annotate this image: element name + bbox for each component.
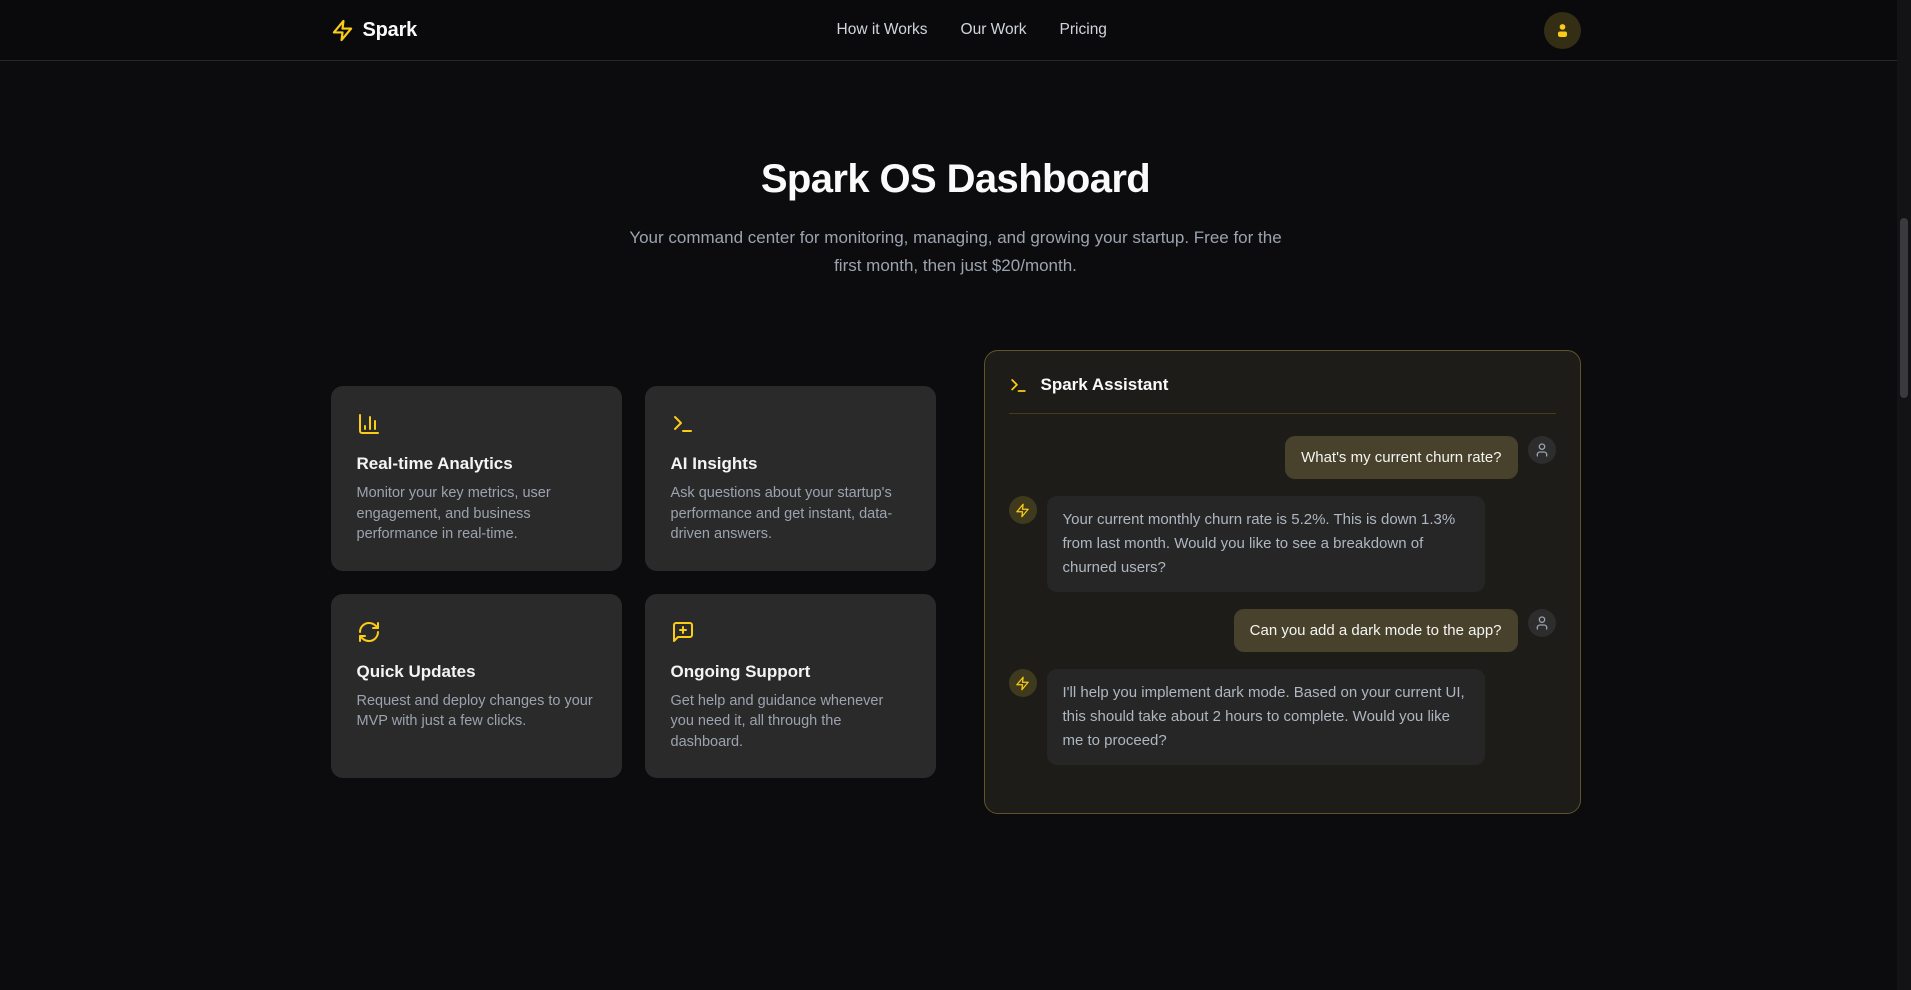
feature-description: Request and deploy changes to your MVP w…: [357, 691, 596, 732]
chat-message-assistant: Your current monthly churn rate is 5.2%.…: [1009, 496, 1556, 592]
refresh-icon: [357, 620, 381, 644]
main-content: Real-time Analytics Monitor your key met…: [331, 350, 1581, 814]
feature-description: Ask questions about your startup's perfo…: [671, 483, 910, 545]
nav-link[interactable]: Our Work: [961, 21, 1027, 39]
lightning-bolt-icon: [1015, 503, 1030, 518]
lightning-bolt-icon: [331, 19, 354, 42]
assistant-panel-title: Spark Assistant: [1041, 375, 1169, 395]
brand-label: Spark: [363, 19, 418, 42]
feature-card: Ongoing Support Get help and guidance wh…: [645, 594, 936, 779]
features-grid: Real-time Analytics Monitor your key met…: [331, 386, 936, 778]
navbar: Spark How it Works Our Work Pricing: [0, 0, 1911, 61]
scrollbar-track[interactable]: [1897, 0, 1911, 990]
assistant-message-bubble: Your current monthly churn rate is 5.2%.…: [1047, 496, 1485, 592]
terminal-icon: [671, 412, 695, 436]
brand[interactable]: Spark: [331, 19, 418, 42]
feature-card: Real-time Analytics Monitor your key met…: [331, 386, 622, 571]
scrollbar-thumb[interactable]: [1900, 218, 1908, 398]
feature-card: Quick Updates Request and deploy changes…: [331, 594, 622, 779]
page-subtitle: Your command center for monitoring, mana…: [616, 224, 1296, 280]
chat-message-user: What's my current churn rate?: [1009, 436, 1556, 479]
feature-description: Get help and guidance whenever you need …: [671, 691, 910, 753]
chat-messages: What's my current churn rate? Your curre…: [1009, 436, 1556, 765]
feature-title: Quick Updates: [357, 662, 596, 682]
assistant-message-bubble: I'll help you implement dark mode. Based…: [1047, 669, 1485, 765]
assistant-avatar: [1009, 496, 1037, 524]
assistant-avatar: [1009, 669, 1037, 697]
account-avatar-button[interactable]: [1544, 12, 1581, 49]
assistant-panel: Spark Assistant What's my current churn …: [984, 350, 1581, 814]
main-nav: How it Works Our Work Pricing: [837, 21, 1107, 39]
assistant-panel-header: Spark Assistant: [1009, 375, 1556, 414]
user-avatar: [1528, 436, 1556, 464]
user-message-bubble: What's my current churn rate?: [1285, 436, 1517, 479]
nav-link[interactable]: Pricing: [1060, 21, 1107, 39]
feature-title: AI Insights: [671, 454, 910, 474]
lightning-bolt-icon: [1015, 676, 1030, 691]
chat-message-user: Can you add a dark mode to the app?: [1009, 609, 1556, 652]
terminal-icon: [1009, 376, 1028, 395]
feature-title: Real-time Analytics: [357, 454, 596, 474]
user-icon: [1534, 615, 1550, 631]
user-avatar: [1528, 609, 1556, 637]
chart-column-icon: [357, 412, 381, 436]
user-message-bubble: Can you add a dark mode to the app?: [1234, 609, 1518, 652]
message-square-plus-icon: [671, 620, 695, 644]
feature-card: AI Insights Ask questions about your sta…: [645, 386, 936, 571]
user-icon: [1553, 21, 1572, 40]
hero-section: Spark OS Dashboard Your command center f…: [0, 61, 1911, 280]
feature-title: Ongoing Support: [671, 662, 910, 682]
chat-message-assistant: I'll help you implement dark mode. Based…: [1009, 669, 1556, 765]
nav-link[interactable]: How it Works: [837, 21, 928, 39]
page-title: Spark OS Dashboard: [0, 157, 1911, 202]
feature-description: Monitor your key metrics, user engagemen…: [357, 483, 596, 545]
user-icon: [1534, 442, 1550, 458]
